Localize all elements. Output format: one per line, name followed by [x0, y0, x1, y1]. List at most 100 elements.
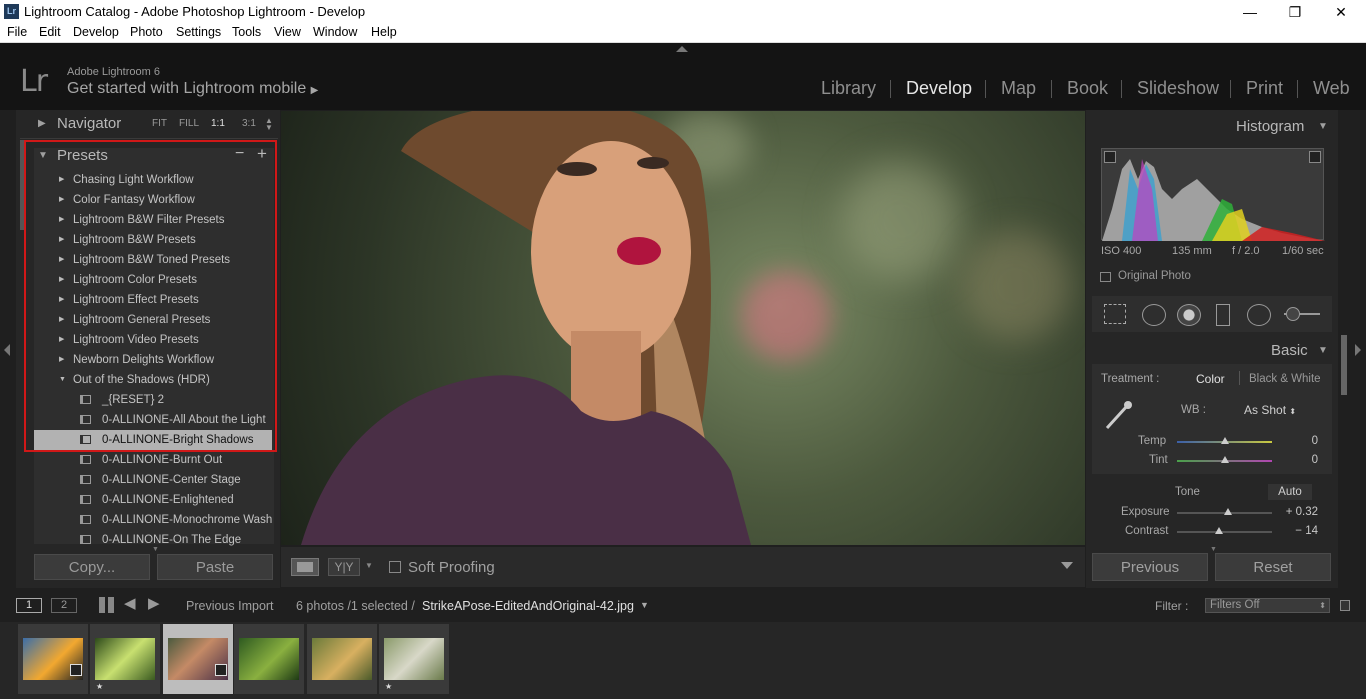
before-after-dropdown-icon[interactable]: ▼: [365, 561, 373, 570]
filename-dropdown-icon[interactable]: ▼: [640, 600, 649, 610]
filmstrip-thumbnail[interactable]: [18, 624, 88, 694]
temp-value[interactable]: 0: [1278, 435, 1318, 447]
filter-select[interactable]: Filters Off ⬍: [1205, 598, 1330, 613]
module-slideshow[interactable]: Slideshow: [1137, 78, 1219, 99]
menu-view[interactable]: View: [274, 25, 301, 39]
module-book[interactable]: Book: [1067, 78, 1108, 99]
treatment-color[interactable]: Color: [1196, 372, 1225, 386]
menu-develop[interactable]: Develop: [73, 25, 119, 39]
zoom-3-1[interactable]: 3:1: [242, 118, 256, 129]
back-arrow-icon[interactable]: ◀: [124, 594, 136, 612]
original-photo-checkbox[interactable]: [1100, 272, 1111, 282]
temp-slider-knob[interactable]: [1221, 437, 1229, 444]
module-separator: [890, 80, 891, 98]
main-photo[interactable]: [281, 111, 1085, 545]
zoom-1-1[interactable]: 1:1: [211, 118, 225, 129]
maximize-button[interactable]: ❐: [1272, 1, 1318, 23]
before-after-button[interactable]: Y|Y: [328, 558, 360, 576]
module-map[interactable]: Map: [1001, 78, 1036, 99]
exposure-slider-knob[interactable]: [1224, 508, 1232, 515]
basic-collapse-icon[interactable]: ▼: [1318, 345, 1328, 356]
filmstrip-thumbnail[interactable]: ★: [379, 624, 449, 694]
preset-item[interactable]: 0-ALLINONE-Enlightened: [34, 490, 272, 510]
highlight-clipping-icon[interactable]: [1309, 151, 1321, 163]
wb-eyedropper-icon[interactable]: [1101, 398, 1135, 432]
reset-button[interactable]: Reset: [1215, 553, 1331, 581]
wb-value: As Shot: [1244, 403, 1287, 417]
menu-help[interactable]: Help: [371, 25, 397, 39]
selected-filename[interactable]: StrikeAPose-EditedAndOriginal-42.jpg: [422, 599, 634, 613]
zoom-fill[interactable]: FILL: [179, 118, 199, 129]
filmstrip-thumbnail[interactable]: [234, 624, 304, 694]
auto-tone-button[interactable]: Auto: [1268, 484, 1312, 500]
main-screen-button[interactable]: 1: [16, 598, 42, 613]
menu-tools[interactable]: Tools: [232, 25, 261, 39]
menu-edit[interactable]: Edit: [39, 25, 61, 39]
paste-settings-button[interactable]: Paste: [157, 554, 273, 580]
tint-value[interactable]: 0: [1278, 454, 1318, 466]
module-web[interactable]: Web: [1313, 78, 1350, 99]
zoom-stepper-icon[interactable]: ▲ ▼: [265, 117, 273, 132]
filmstrip-thumbnail[interactable]: [307, 624, 377, 694]
filter-lock-icon[interactable]: [1340, 600, 1350, 611]
menu-bar: File Edit Develop Photo Settings Tools V…: [0, 23, 1366, 43]
module-print[interactable]: Print: [1246, 78, 1283, 99]
navigator-title[interactable]: Navigator: [57, 115, 121, 132]
module-develop[interactable]: Develop: [906, 78, 972, 99]
forward-arrow-icon[interactable]: ▶: [148, 594, 160, 612]
navigator-expand-icon[interactable]: ▶: [38, 118, 46, 129]
minimize-button[interactable]: —: [1227, 1, 1273, 23]
copy-settings-button[interactable]: Copy...: [34, 554, 150, 580]
previous-button[interactable]: Previous: [1092, 553, 1208, 581]
module-library[interactable]: Library: [821, 78, 876, 99]
second-screen-button[interactable]: 2: [51, 598, 77, 613]
star-rating-icon: ★: [96, 682, 104, 691]
collapse-left-panel-icon[interactable]: [4, 344, 10, 356]
exposure-value[interactable]: + 0.32: [1278, 506, 1318, 518]
mobile-link[interactable]: Get started with Lightroom mobile ▶: [67, 80, 318, 98]
grid-view-icon[interactable]: [99, 597, 115, 613]
collapse-top-panel-icon[interactable]: [676, 46, 688, 52]
shadow-clipping-icon[interactable]: [1104, 151, 1116, 163]
menu-photo[interactable]: Photo: [130, 25, 163, 39]
contrast-slider[interactable]: [1177, 531, 1272, 533]
histogram-title[interactable]: Histogram: [1236, 118, 1304, 135]
tint-slider-knob[interactable]: [1221, 456, 1229, 463]
right-panel-scrollbar[interactable]: [1341, 335, 1347, 395]
neck: [571, 331, 641, 421]
basic-title[interactable]: Basic: [1271, 342, 1308, 359]
filmstrip-thumbnail[interactable]: ★: [90, 624, 160, 694]
treatment-bw[interactable]: Black & White: [1249, 373, 1321, 385]
preset-item[interactable]: 0-ALLINONE-Center Stage: [34, 470, 272, 490]
preset-item[interactable]: 0-ALLINONE-Burnt Out: [34, 450, 272, 470]
treatment-label: Treatment :: [1101, 373, 1160, 385]
scroll-down-icon[interactable]: ▼: [152, 546, 159, 553]
lips: [617, 237, 661, 265]
menu-settings[interactable]: Settings: [176, 25, 221, 39]
soft-proofing-checkbox[interactable]: [389, 561, 401, 573]
radial-filter-icon[interactable]: [1247, 304, 1271, 326]
close-button[interactable]: ✕: [1318, 1, 1364, 23]
right-scroll-down-icon[interactable]: ▼: [1210, 546, 1217, 553]
module-separator: [1230, 80, 1231, 98]
preset-icon: [80, 475, 91, 484]
crop-tool-icon[interactable]: [1104, 304, 1126, 324]
toolbar-content-dropdown-icon[interactable]: [1061, 562, 1073, 569]
filmstrip-source[interactable]: Previous Import: [186, 599, 274, 613]
loupe-view-button[interactable]: [291, 558, 319, 576]
zoom-fit[interactable]: FIT: [152, 118, 167, 129]
graduated-filter-icon[interactable]: [1216, 304, 1230, 326]
preset-item[interactable]: 0-ALLINONE-Monochrome Wash: [34, 510, 272, 530]
filmstrip-thumbnail-selected[interactable]: [163, 624, 233, 694]
menu-file[interactable]: File: [7, 25, 27, 39]
collapse-right-panel-icon[interactable]: [1355, 344, 1361, 356]
histogram-collapse-icon[interactable]: ▼: [1318, 121, 1328, 132]
preset-icon: [80, 455, 91, 464]
wb-select[interactable]: As Shot ⬍: [1244, 403, 1296, 417]
spot-removal-tool-icon[interactable]: [1142, 304, 1166, 326]
contrast-slider-knob[interactable]: [1215, 527, 1223, 534]
adjustment-brush-head: [1286, 307, 1300, 321]
menu-window[interactable]: Window: [313, 25, 357, 39]
red-eye-tool-icon[interactable]: [1177, 304, 1201, 326]
contrast-value[interactable]: − 14: [1278, 525, 1318, 537]
